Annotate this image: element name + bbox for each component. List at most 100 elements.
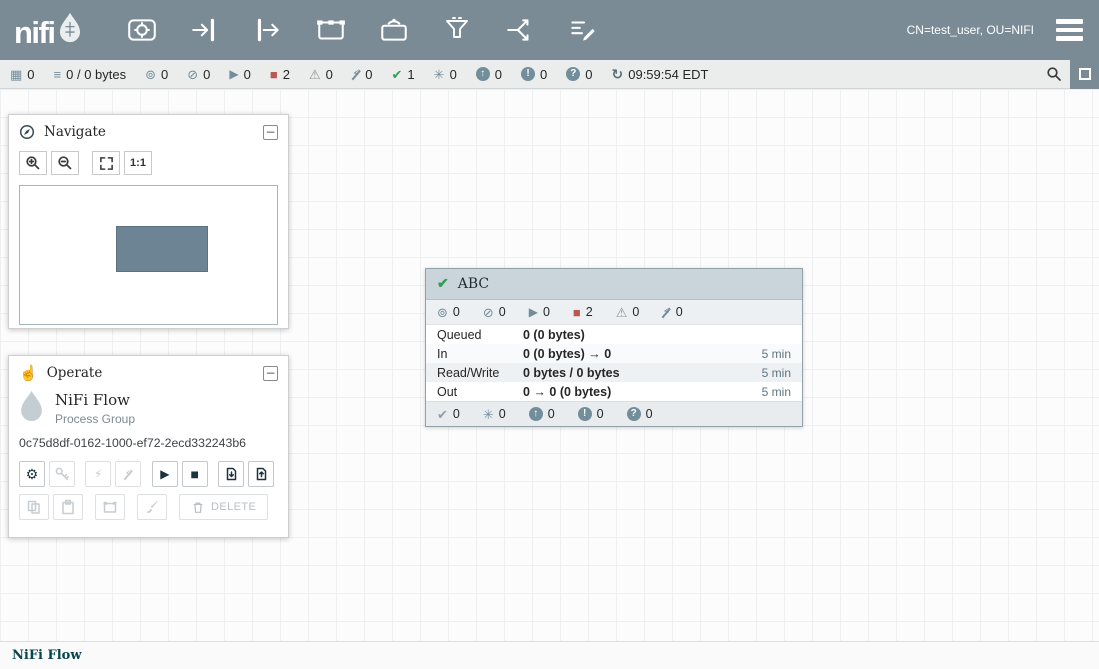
process-group-footer: ✔ 0 ✳ 0 ↑ 0 ! 0 ? 0 — [426, 401, 802, 426]
breadcrumb-nifi-flow[interactable]: NiFi Flow — [12, 648, 82, 663]
app-header: nifi CN=test_user, OU=NIFI — [0, 0, 1099, 60]
locally-modified-stale-icon: ! — [578, 407, 592, 421]
process-group-abc[interactable]: ✔ ABC ⊚ 0 ⊘ 0 ▶ 0 ■ 2 ⚠ 0 — [425, 268, 803, 427]
transmitting-icon: ⊚ — [145, 68, 156, 81]
stat-not-transmitting: ⊘ 0 — [187, 67, 210, 82]
stat-locally-modified: ✳ 0 — [434, 67, 457, 82]
output-port-toolbar-icon[interactable] — [250, 9, 286, 51]
copy-icon — [26, 499, 42, 515]
flow-canvas[interactable]: Navigate − 1:1 ☝ Operate − — [0, 89, 1099, 641]
zoom-out-button[interactable] — [51, 151, 79, 175]
navigate-compass-icon — [19, 124, 35, 140]
stat-stale: ↑ 0 — [476, 67, 502, 82]
search-icon — [1046, 66, 1062, 82]
stale-icon: ↑ — [476, 67, 490, 81]
search-button[interactable] — [1038, 60, 1070, 88]
global-menu-button[interactable] — [1056, 19, 1083, 41]
disable-bolt-icon: ⚡ — [124, 467, 132, 481]
operate-hand-icon: ☝ — [19, 366, 38, 381]
active-threads-count: 0 — [27, 67, 34, 82]
upload-template-icon — [253, 466, 269, 482]
funnel-toolbar-icon[interactable] — [439, 9, 475, 51]
breadcrumb-bar: NiFi Flow — [0, 641, 1099, 669]
pg-row-in: In 0 (0 bytes) → 0 5 min — [426, 344, 802, 363]
delete-button[interactable]: DELETE — [179, 494, 268, 520]
refresh-icon[interactable]: ↻ — [612, 67, 624, 81]
fill-color-button[interactable] — [137, 494, 167, 520]
stat-invalid: ⚠ 0 — [309, 67, 333, 82]
template-toolbar-icon[interactable] — [502, 9, 538, 51]
stopped-count: 2 — [283, 67, 290, 82]
stop-button[interactable]: ■ — [182, 461, 208, 487]
running-icon: ▶ — [529, 306, 538, 318]
navigate-controls: 1:1 — [9, 145, 288, 177]
minimap-process-group-rect[interactable] — [116, 226, 208, 272]
disabled-icon: ⚡ — [352, 68, 360, 80]
birdseye-toggle-button[interactable] — [1070, 60, 1099, 89]
zoom-actual-size-button[interactable]: 1:1 — [124, 151, 152, 175]
paste-button[interactable] — [53, 494, 83, 520]
current-user: CN=test_user, OU=NIFI — [907, 23, 1034, 37]
invalid-icon: ⚠ — [616, 306, 628, 319]
stat-up-to-date: ✔ 1 — [392, 67, 415, 82]
pg-row-queued: Queued 0 (0 bytes) — [426, 325, 802, 344]
threads-grid-icon: ▦ — [10, 68, 22, 81]
stale-count: 0 — [495, 67, 502, 82]
remote-process-group-toolbar-icon[interactable] — [376, 9, 412, 51]
operate-collapse-button[interactable]: − — [263, 366, 278, 381]
nifi-drop-icon — [58, 12, 82, 48]
component-toolbar — [124, 9, 601, 51]
enable-button[interactable]: ⚡ — [85, 461, 111, 487]
sync-failure-icon: ? — [627, 407, 641, 421]
configuration-button[interactable]: ⚙ — [19, 461, 45, 487]
not-transmitting-icon: ⊘ — [187, 68, 198, 81]
zoom-in-button[interactable] — [19, 151, 47, 175]
label-toolbar-icon[interactable] — [565, 9, 601, 51]
create-template-button[interactable] — [218, 461, 244, 487]
copy-button[interactable] — [19, 494, 49, 520]
navigate-panel-title: Navigate — [44, 124, 106, 140]
brush-icon — [144, 499, 160, 515]
up-to-date-check-icon: ✔ — [392, 68, 403, 81]
group-icon — [102, 499, 118, 515]
pg-footer-locally-modified-stale: ! 0 — [578, 407, 604, 421]
zoom-in-icon — [25, 155, 41, 171]
input-port-toolbar-icon[interactable] — [187, 9, 223, 51]
zoom-fit-icon — [99, 156, 114, 171]
logo-text: nifi — [14, 17, 55, 48]
pg-row-out: Out 0 → 0 (0 bytes) 5 min — [426, 382, 802, 401]
process-group-toolbar-icon[interactable] — [313, 9, 349, 51]
start-button[interactable]: ▶ — [152, 461, 178, 487]
zoom-fit-button[interactable] — [92, 151, 120, 175]
locally-modified-stale-icon: ! — [521, 67, 535, 81]
upload-template-button[interactable] — [248, 461, 274, 487]
stat-running: ▶ 0 — [229, 67, 250, 82]
selected-component-name: NiFi Flow — [55, 391, 135, 409]
group-button[interactable] — [95, 494, 125, 520]
pg-stat-invalid: ⚠ 0 — [616, 305, 640, 319]
pg-footer-stale: ↑ 0 — [529, 407, 555, 421]
pg-footer-up-to-date: ✔ 0 — [437, 407, 460, 421]
processor-toolbar-icon[interactable] — [124, 9, 160, 51]
stat-queued: ≡ 0 / 0 bytes — [54, 67, 127, 82]
birdseye-minimap[interactable] — [19, 185, 278, 325]
nifi-logo: nifi — [14, 12, 82, 48]
invalid-count: 0 — [326, 67, 333, 82]
navigate-panel: Navigate − 1:1 — [8, 114, 289, 329]
locally-modified-stale-count: 0 — [540, 67, 547, 82]
disable-button[interactable]: ⚡ — [115, 461, 141, 487]
create-template-icon — [223, 466, 239, 482]
refresh-time: 09:59:54 EDT — [628, 67, 708, 82]
process-group-stats-row: ⊚ 0 ⊘ 0 ▶ 0 ■ 2 ⚠ 0 ⚡ 0 — [426, 300, 802, 325]
pg-stat-not-transmitting: ⊘ 0 — [483, 305, 506, 319]
nifi-flow-drop-icon — [19, 390, 44, 427]
stop-square-icon: ■ — [190, 466, 198, 482]
invalid-icon: ⚠ — [309, 68, 321, 81]
not-transmitting-icon: ⊘ — [483, 306, 494, 319]
version-check-icon: ✔ — [437, 276, 449, 292]
navigate-collapse-button[interactable]: − — [263, 125, 278, 140]
access-policies-button[interactable] — [49, 461, 75, 487]
operate-panel-header: ☝ Operate − — [9, 356, 288, 386]
flow-status-bar: ▦ 0 ≡ 0 / 0 bytes ⊚ 0 ⊘ 0 ▶ 0 ■ 2 ⚠ 0 ⚡ … — [0, 60, 1099, 89]
stopped-icon: ■ — [573, 306, 581, 319]
